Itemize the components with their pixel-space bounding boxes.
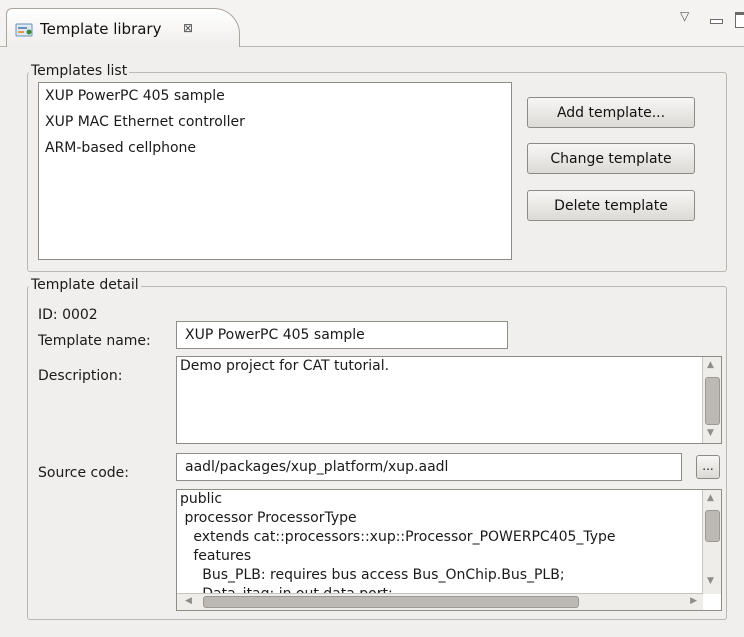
description-field[interactable]: Demo project for CAT tutorial. ▲ ▼ — [176, 356, 722, 444]
code-vertical-scrollbar[interactable]: ▲ ▼ — [702, 490, 721, 594]
list-item[interactable]: XUP MAC Ethernet controller — [39, 109, 511, 135]
template-name-label: Template name: — [38, 333, 151, 349]
scroll-thumb[interactable] — [705, 510, 720, 542]
source-code-viewer[interactable]: public processor ProcessorType extends c… — [176, 489, 722, 611]
scroll-right-icon[interactable]: ▶ — [690, 596, 697, 606]
template-id: ID: 0002 — [38, 307, 98, 323]
minimize-icon[interactable] — [710, 19, 723, 24]
add-template-button[interactable]: Add template... — [527, 97, 695, 128]
scroll-thumb[interactable] — [203, 596, 579, 608]
code-line: public — [180, 491, 223, 507]
scroll-left-icon[interactable]: ◀ — [185, 596, 192, 606]
templates-list-title: Templates list — [29, 63, 130, 79]
view-menu-icon[interactable]: ▽ — [680, 9, 689, 23]
close-icon[interactable]: ⊠ — [183, 21, 193, 35]
template-name-field[interactable]: XUP PowerPC 405 sample — [176, 321, 508, 349]
description-scrollbar[interactable]: ▲ ▼ — [702, 357, 721, 443]
template-library-icon — [15, 23, 33, 37]
source-code-path-field[interactable]: aadl/packages/xup_platform/xup.aadl — [176, 453, 682, 481]
code-horizontal-scrollbar[interactable]: ◀ ▶ — [177, 593, 703, 610]
delete-template-button[interactable]: Delete template — [527, 190, 695, 221]
list-item[interactable]: ARM-based cellphone — [39, 135, 511, 161]
description-text: Demo project for CAT tutorial. — [180, 358, 390, 374]
code-line: processor ProcessorType — [180, 510, 357, 526]
scroll-thumb[interactable] — [705, 377, 720, 425]
list-item[interactable]: XUP PowerPC 405 sample — [39, 83, 511, 109]
code-line: extends cat::processors::xup::Processor_… — [180, 529, 616, 545]
scroll-down-icon[interactable]: ▼ — [707, 576, 714, 586]
code-line: Bus_PLB: requires bus access Bus_OnChip.… — [180, 567, 565, 583]
templates-listbox[interactable]: XUP PowerPC 405 sample XUP MAC Ethernet … — [38, 82, 512, 260]
tab-title: Template library — [40, 20, 162, 38]
scroll-up-icon[interactable]: ▲ — [707, 493, 714, 503]
scroll-down-icon[interactable]: ▼ — [707, 428, 714, 438]
scroll-up-icon[interactable]: ▲ — [707, 360, 714, 370]
template-detail-title: Template detail — [29, 277, 141, 293]
browse-button[interactable]: ... — [696, 455, 720, 479]
maximize-icon[interactable] — [735, 12, 744, 28]
editor-tab-bar: Template library ⊠ ▽ — [0, 0, 744, 47]
tab-template-library[interactable]: Template library ⊠ — [6, 8, 240, 47]
change-template-button[interactable]: Change template — [527, 143, 695, 174]
source-code-label: Source code: — [38, 465, 130, 481]
code-line: features — [180, 548, 252, 564]
description-label: Description: — [38, 368, 123, 384]
